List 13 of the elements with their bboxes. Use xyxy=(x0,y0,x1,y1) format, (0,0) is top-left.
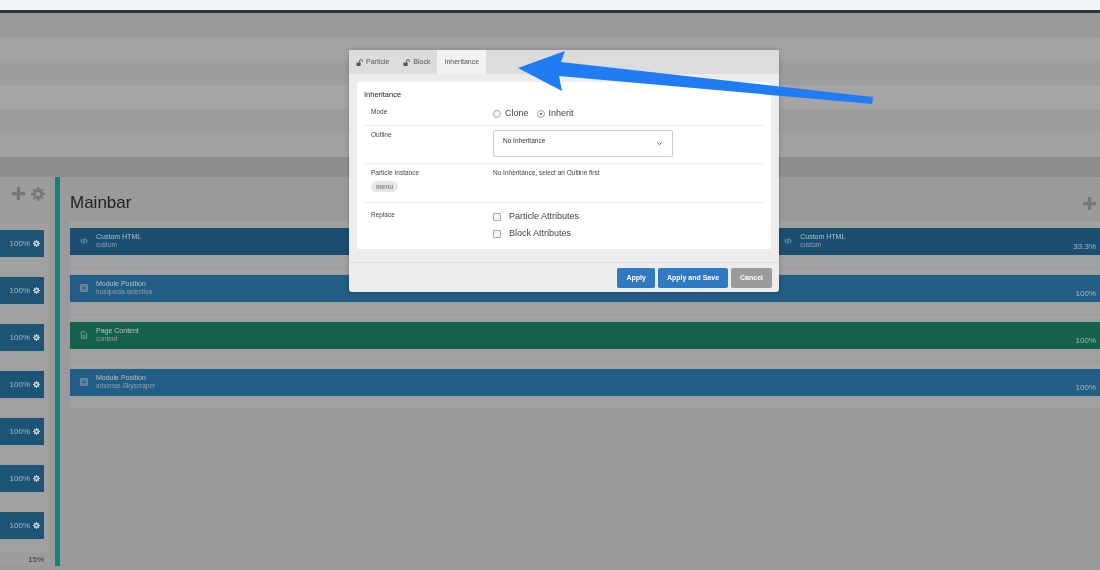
percent-label: 100% xyxy=(9,331,30,344)
percent-label: 15% xyxy=(28,554,44,566)
percent-label: 100% xyxy=(1075,382,1096,394)
percent-label: 100% xyxy=(9,425,30,438)
percent-label: 100% xyxy=(9,519,30,532)
percent-label: 100% xyxy=(1075,335,1096,347)
percent-label: 100% xyxy=(1075,288,1096,300)
percent-label: 100% xyxy=(9,378,30,391)
percent-label: 100% xyxy=(9,284,30,297)
section-title: Mainbar xyxy=(70,192,132,215)
percent-label: 33.3% xyxy=(1073,241,1096,253)
percent-label: 100% xyxy=(9,237,30,250)
percent-label: 100% xyxy=(9,472,30,485)
